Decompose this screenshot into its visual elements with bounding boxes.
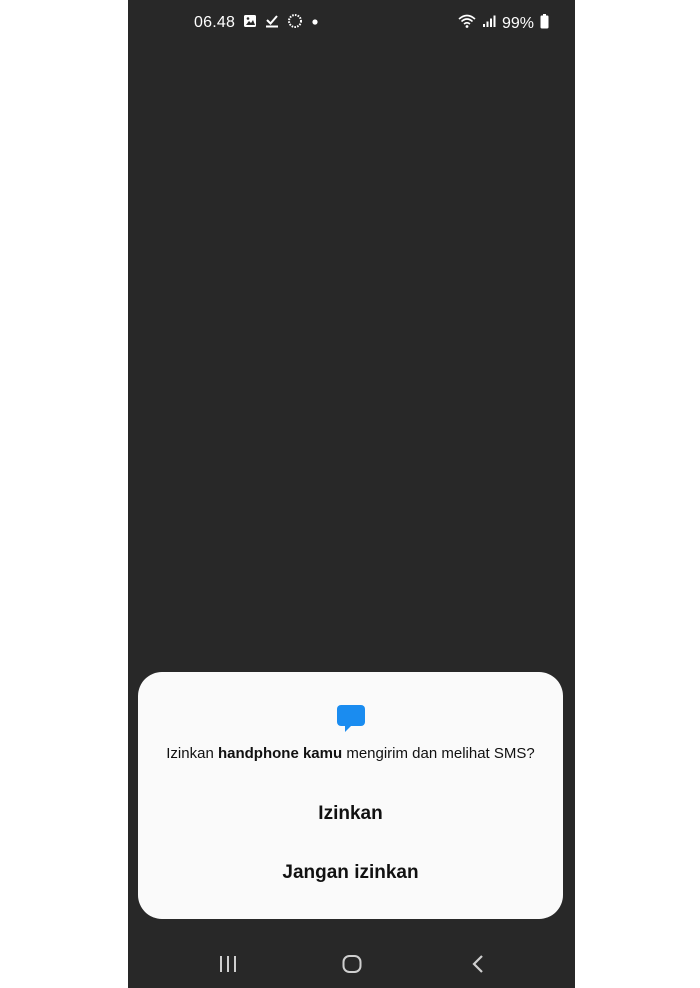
back-button[interactable]	[470, 953, 486, 980]
image-icon	[243, 14, 257, 33]
battery-icon	[540, 13, 549, 34]
dialog-app-name: handphone kamu	[217, 745, 343, 762]
loading-icon	[287, 13, 303, 34]
dialog-message-prefix: Izinkan	[166, 745, 218, 762]
recents-button[interactable]	[218, 953, 238, 980]
dot-icon	[311, 14, 319, 33]
status-icons-right: 99%	[458, 13, 549, 34]
download-done-icon	[265, 14, 279, 33]
status-icons-left	[243, 13, 319, 34]
home-button[interactable]	[341, 953, 363, 980]
wifi-icon	[458, 13, 476, 34]
permission-dialog: Izinkan handphone kamu mengirim dan meli…	[138, 672, 563, 919]
allow-button[interactable]: Izinkan	[138, 803, 563, 825]
battery-percentage: 99%	[501, 14, 534, 32]
dialog-message: Izinkan handphone kamu mengirim dan meli…	[138, 745, 563, 762]
dialog-message-suffix: mengirim dan melihat SMS?	[342, 745, 535, 762]
status-bar: 06.48 99%	[128, 0, 575, 46]
signal-icon	[482, 14, 496, 33]
navigation-bar	[128, 945, 575, 988]
deny-button[interactable]: Jangan izinkan	[138, 862, 563, 884]
phone-screen: 06.48 99% Izinkan handphone kamu mengiri…	[128, 0, 575, 988]
sms-icon	[336, 703, 366, 738]
status-time: 06.48	[194, 14, 236, 31]
